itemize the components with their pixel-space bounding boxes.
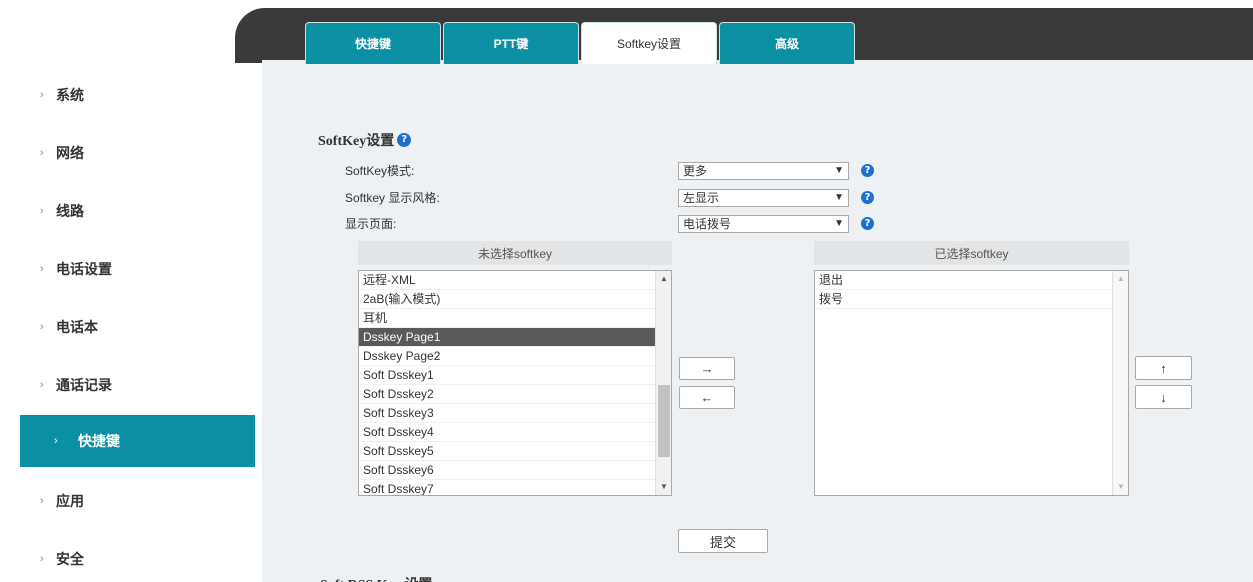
list-item[interactable]: 拨号: [815, 290, 1128, 309]
sidebar-item-label: 系统: [56, 87, 84, 103]
chevron-down-icon: ▼: [834, 218, 844, 229]
move-right-button[interactable]: →: [679, 357, 735, 380]
list-item[interactable]: Soft Dsskey4: [359, 423, 671, 442]
list-item[interactable]: Soft Dsskey2: [359, 385, 671, 404]
sidebar-item-label: 网络: [56, 145, 84, 161]
sidebar-item-network[interactable]: › 网络: [0, 127, 255, 179]
list-item[interactable]: 2aB(输入模式): [359, 290, 671, 309]
list-item[interactable]: Dsskey Page2: [359, 347, 671, 366]
display-page-label: 显示页面:: [345, 217, 397, 231]
section-title-text: SoftKey设置: [318, 134, 395, 149]
chevron-down-icon: ▼: [834, 165, 844, 176]
chevron-right-icon: ›: [40, 263, 44, 275]
sidebar-item-label: 电话本: [56, 319, 98, 335]
chevron-right-icon: ›: [40, 89, 44, 101]
tab-softkey-settings[interactable]: Softkey设置: [581, 22, 717, 64]
scroll-up-arrow-icon[interactable]: ▲: [1113, 271, 1128, 287]
chevron-right-icon: ›: [54, 435, 58, 447]
section-title: SoftKey设置 ?: [318, 130, 412, 150]
chevron-right-icon: ›: [40, 321, 44, 333]
softkey-display-style-label: Softkey 显示风格:: [345, 191, 440, 205]
softkey-mode-select[interactable]: 更多 ▼: [678, 162, 849, 180]
sidebar-item-label: 电话设置: [56, 261, 112, 277]
sidebar-item-system[interactable]: › 系统: [0, 69, 255, 121]
unselected-softkey-list[interactable]: 远程-XML 2aB(输入模式) 耳机 Dsskey Page1 Dsskey …: [358, 270, 672, 496]
submit-button[interactable]: 提交: [678, 529, 768, 553]
move-left-button[interactable]: ←: [679, 386, 735, 409]
scroll-down-arrow-icon[interactable]: ▼: [656, 479, 671, 495]
chevron-right-icon: ›: [40, 205, 44, 217]
help-icon[interactable]: ?: [397, 133, 412, 147]
help-icon[interactable]: ?: [861, 164, 874, 177]
list-item[interactable]: Soft Dsskey7: [359, 480, 671, 495]
sidebar-item-phone-settings[interactable]: › 电话设置: [0, 243, 255, 295]
unselected-list-header: 未选择softkey: [358, 241, 672, 265]
scrollbar[interactable]: ▲ ▼: [1112, 271, 1128, 495]
sidebar-item-call-log[interactable]: › 通话记录: [0, 359, 255, 411]
list-item-selected[interactable]: Dsskey Page1: [359, 328, 671, 347]
help-icon[interactable]: ?: [861, 217, 874, 230]
scroll-thumb[interactable]: [658, 385, 670, 457]
chevron-down-icon: ▼: [834, 192, 844, 203]
sidebar-item-security[interactable]: › 安全: [0, 533, 255, 582]
softkey-display-style-value: 左显示: [683, 191, 720, 205]
list-item[interactable]: Soft Dsskey1: [359, 366, 671, 385]
help-icon[interactable]: ?: [861, 191, 874, 204]
next-section-title: Soft DSS Key 设置: [320, 574, 432, 582]
scroll-up-arrow-icon[interactable]: ▲: [656, 271, 671, 287]
list-item[interactable]: Soft Dsskey6: [359, 461, 671, 480]
list-item[interactable]: Soft Dsskey5: [359, 442, 671, 461]
chevron-right-icon: ›: [40, 379, 44, 391]
tab-shortcut-keys[interactable]: 快捷键: [305, 22, 441, 64]
move-up-button[interactable]: ↑: [1135, 356, 1192, 380]
sidebar-item-line[interactable]: › 线路: [0, 185, 255, 237]
chevron-right-icon: ›: [40, 147, 44, 159]
softkey-mode-label: SoftKey模式:: [345, 164, 415, 178]
selected-softkey-list[interactable]: 退出 拨号 ▲ ▼: [814, 270, 1129, 496]
selected-list-header: 已选择softkey: [814, 241, 1129, 265]
scroll-down-arrow-icon[interactable]: ▼: [1113, 479, 1128, 495]
list-item[interactable]: Soft Dsskey3: [359, 404, 671, 423]
sidebar-item-applications[interactable]: › 应用: [0, 475, 255, 527]
chevron-right-icon: ›: [40, 553, 44, 565]
tab-advanced[interactable]: 高级: [719, 22, 855, 64]
sidebar-item-label: 应用: [56, 493, 84, 509]
chevron-right-icon: ›: [40, 495, 44, 507]
sidebar-item-label: 安全: [56, 551, 84, 567]
tab-ptt-key[interactable]: PTT键: [443, 22, 579, 64]
sidebar-item-label: 线路: [56, 203, 84, 219]
sidebar-item-phonebook[interactable]: › 电话本: [0, 301, 255, 353]
sidebar: › 系统 › 网络 › 线路 › 电话设置 › 电话本 › 通话记录 › 快捷键…: [0, 0, 262, 582]
list-item[interactable]: 退出: [815, 271, 1128, 290]
display-page-select[interactable]: 电话拨号 ▼: [678, 215, 849, 233]
sidebar-item-shortcut-keys[interactable]: › 快捷键: [20, 415, 255, 467]
list-item[interactable]: 远程-XML: [359, 271, 671, 290]
softkey-mode-value: 更多: [683, 164, 708, 178]
move-down-button[interactable]: ↓: [1135, 385, 1192, 409]
sidebar-item-label: 快捷键: [78, 433, 120, 449]
display-page-value: 电话拨号: [683, 217, 732, 231]
softkey-display-style-select[interactable]: 左显示 ▼: [678, 189, 849, 207]
list-item[interactable]: 耳机: [359, 309, 671, 328]
sidebar-item-label: 通话记录: [56, 377, 112, 393]
scrollbar[interactable]: ▲ ▼: [655, 271, 671, 495]
